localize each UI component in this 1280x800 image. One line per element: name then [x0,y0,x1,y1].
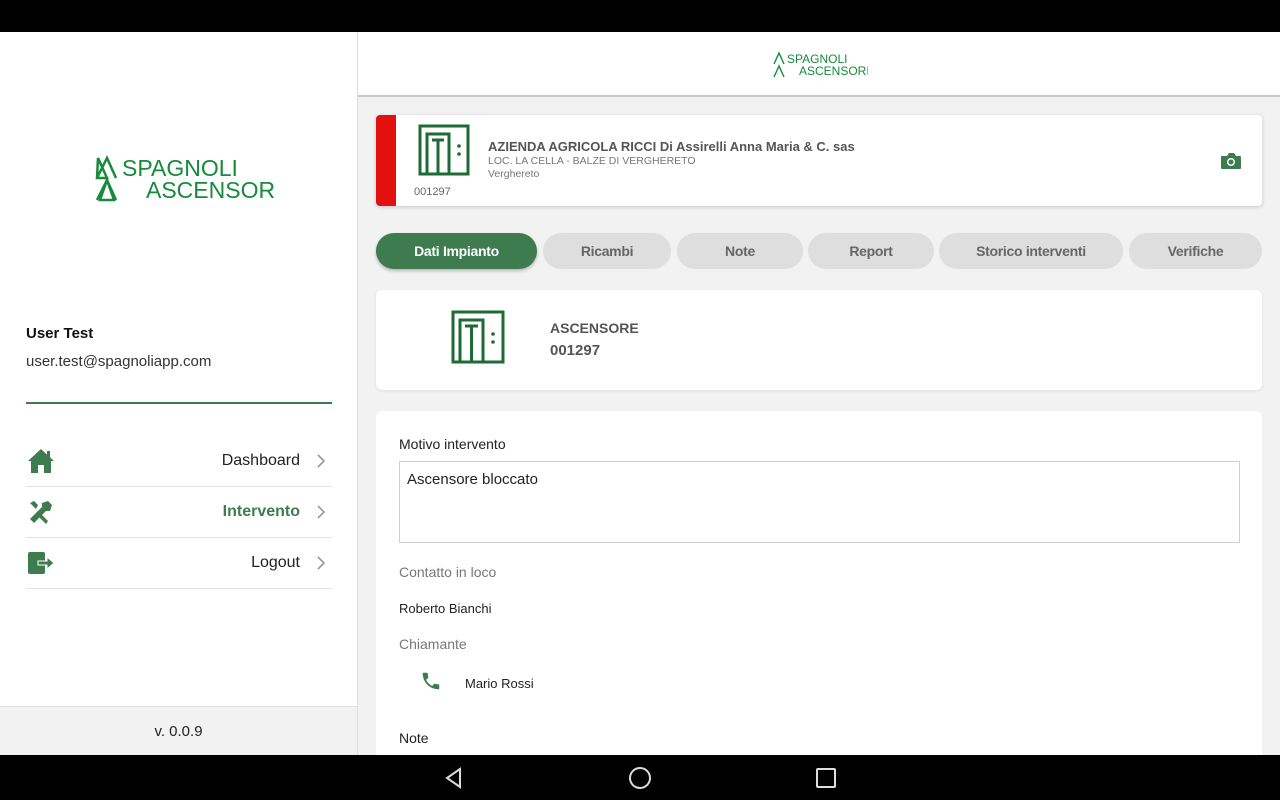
note-label: Note [399,730,429,746]
plant-header-card: 001297 AZIENDA AGRICOLA RICCI Di Assirel… [376,115,1262,206]
user-name: User Test [26,325,94,342]
elevator-icon [418,124,470,176]
equipment-code: 001297 [550,342,601,359]
brand-line2: ASCENSORI [146,177,274,203]
chiamante-label: Chiamante [399,636,467,652]
sidebar-item-logout[interactable]: Logout [26,538,332,589]
company-city: Verghereto [488,168,540,180]
brand-logo: SPAGNOLI ASCENSORI [95,155,274,203]
camera-icon[interactable] [1220,152,1242,170]
chevron-right-icon [317,556,326,570]
tab-verifiche[interactable]: Verifiche [1129,233,1262,269]
main-content: SPAGNOLI ASCENSORI 001297 AZIENDA AGRICO… [358,32,1280,755]
company-name: AZIENDA AGRICOLA RICCI Di Assirelli Anna… [488,139,855,154]
sidebar-item-dashboard[interactable]: Dashboard [26,436,332,487]
user-email: user.test@spagnoliapp.com [26,353,212,370]
home-icon [28,449,54,473]
sidebar-item-label: Intervento [222,503,300,520]
system-nav-bar [0,755,1280,800]
sidebar-menu: Dashboard Intervento Logout [26,436,332,589]
status-bar [0,0,1280,32]
recents-button[interactable] [813,765,839,791]
chiamante-value: Mario Rossi [465,676,534,691]
home-button[interactable] [627,765,653,791]
app-version: v. 0.0.9 [0,706,357,755]
sidebar-item-label: Dashboard [221,452,300,469]
tab-bar: Dati Impianto Ricambi Note Report Storic… [376,233,1262,269]
recents-square-icon [816,768,836,788]
tools-icon [30,501,52,524]
brand-line2: ASCENSORI [799,64,868,78]
status-stripe [376,115,396,206]
tab-report[interactable]: Report [808,233,934,269]
elevator-icon [451,310,505,364]
back-button[interactable] [441,765,467,791]
equipment-type: ASCENSORE [550,320,639,336]
brand-logo-small: SPAGNOLI ASCENSORI [773,51,868,78]
tab-storico-interventi[interactable]: Storico interventi [939,233,1123,269]
sidebar: SPAGNOLI ASCENSORI User Test user.test@s… [0,32,358,755]
logout-icon [28,552,55,574]
tab-ricambi[interactable]: Ricambi [543,233,671,269]
phone-icon[interactable] [420,670,442,692]
chevron-right-icon [317,454,326,468]
top-bar: SPAGNOLI ASCENSORI [358,32,1280,97]
sidebar-item-intervento[interactable]: Intervento [26,487,332,538]
company-address: LOC. LA CELLA - BALZE DI VERGHERETO [488,155,696,167]
chevron-right-icon [317,505,326,519]
motivo-label: Motivo intervento [399,436,506,452]
home-circle-icon [629,767,651,789]
motivo-textarea[interactable]: Ascensore bloccato [399,461,1240,543]
tab-dati-impianto[interactable]: Dati Impianto [376,233,537,269]
plant-code: 001297 [414,186,451,198]
sidebar-item-label: Logout [251,554,300,571]
back-triangle-icon [445,767,461,789]
contatto-label: Contatto in loco [399,564,497,580]
tab-note[interactable]: Note [677,233,803,269]
contatto-value: Roberto Bianchi [399,601,492,616]
user-divider [26,402,332,404]
intervention-details-card: Motivo intervento Ascensore bloccato Con… [376,411,1262,755]
equipment-card: ASCENSORE 001297 [376,290,1262,390]
